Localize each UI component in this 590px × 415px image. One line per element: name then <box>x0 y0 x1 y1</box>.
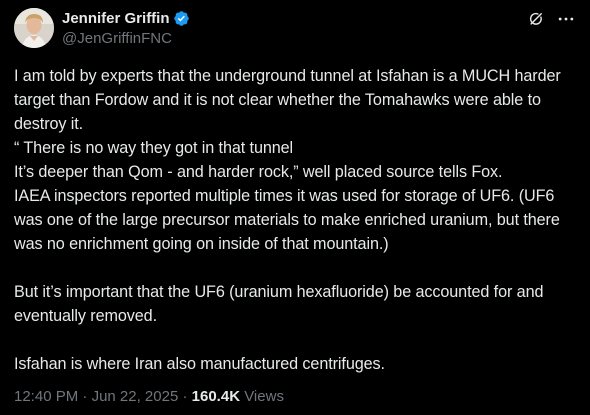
tweet-actions <box>526 9 576 29</box>
avatar[interactable] <box>14 8 54 48</box>
views-count[interactable]: 160.4K <box>192 388 240 405</box>
tweet-paragraph: Isfahan is where Iran also manufactured … <box>14 355 385 373</box>
meta-separator: · <box>82 388 88 405</box>
grok-slash-icon[interactable] <box>526 9 546 29</box>
tweet-time[interactable]: 12:40 PM <box>14 388 78 405</box>
profile-photo-icon <box>14 8 54 48</box>
tweet-header: Jennifer Griffin @JenGriffinFNC <box>14 8 576 48</box>
author-names: Jennifer Griffin @JenGriffinFNC <box>62 9 190 48</box>
more-horizontal-icon[interactable] <box>556 9 576 29</box>
tweet-card: Jennifer Griffin @JenGriffinFNC I am tol… <box>0 0 590 415</box>
tweet-text: I am told by experts that the undergroun… <box>14 64 582 376</box>
views-label: Views <box>244 388 284 405</box>
tweet-date[interactable]: Jun 22, 2025 <box>92 388 179 405</box>
meta-separator: · <box>182 388 188 405</box>
tweet-paragraph: I am told by experts that the undergroun… <box>14 67 561 253</box>
verified-badge-icon[interactable] <box>173 10 190 27</box>
author-handle[interactable]: @JenGriffinFNC <box>62 29 190 48</box>
tweet-paragraph: But it’s important that the UF6 (uranium… <box>14 283 544 325</box>
name-row: Jennifer Griffin <box>62 9 190 28</box>
tweet-metadata: 12:40 PM · Jun 22, 2025 · 160.4K Views <box>14 387 284 407</box>
author-display-name[interactable]: Jennifer Griffin <box>62 9 170 28</box>
